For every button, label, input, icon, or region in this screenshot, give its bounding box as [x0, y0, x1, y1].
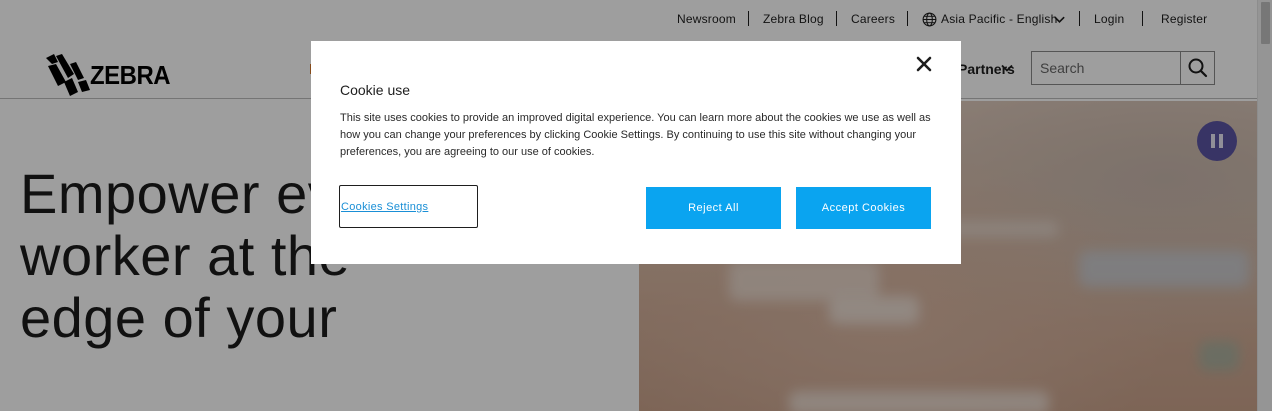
close-button[interactable] [913, 53, 935, 75]
reject-all-button[interactable]: Reject All [646, 187, 781, 229]
close-icon [916, 56, 932, 72]
cookies-settings-button[interactable]: Cookies Settings [339, 185, 478, 228]
cookie-dialog-title: Cookie use [340, 82, 411, 98]
accept-cookies-button[interactable]: Accept Cookies [796, 187, 931, 229]
cookie-dialog-body: This site uses cookies to provide an imp… [340, 112, 931, 158]
